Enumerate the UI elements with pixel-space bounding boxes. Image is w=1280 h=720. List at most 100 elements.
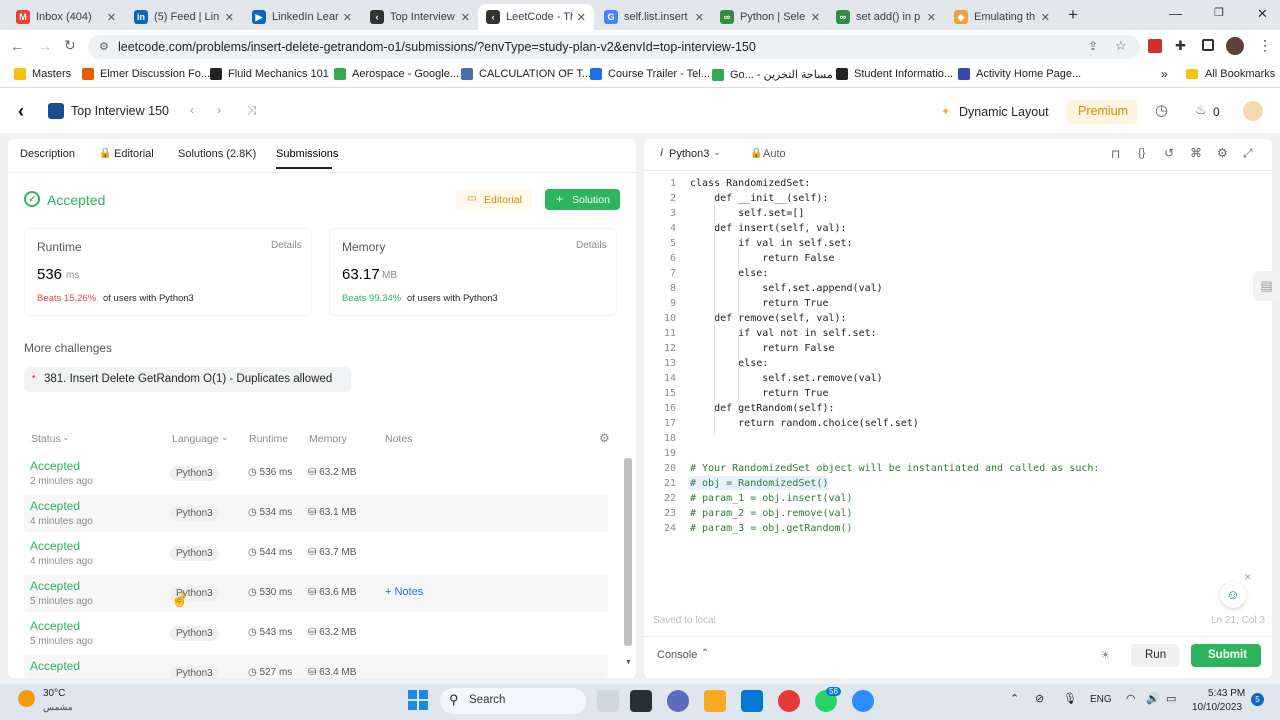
- solution-button-label[interactable]: Solution: [572, 194, 610, 206]
- code-line[interactable]: def getRandom(self):: [690, 401, 834, 416]
- list-scrollbar[interactable]: [624, 458, 632, 646]
- bookmark-item[interactable]: Course Trailer - Tel...: [590, 68, 710, 80]
- network-off-icon[interactable]: ⊘: [1035, 692, 1044, 705]
- sidepanel-icon[interactable]: [1202, 39, 1214, 51]
- teams-icon[interactable]: [667, 690, 689, 712]
- code-line[interactable]: # obj = RandomizedSet(): [690, 476, 828, 491]
- close-help-icon[interactable]: ✕: [1244, 572, 1252, 583]
- code-line[interactable]: # param_2 = obj.remove(val): [690, 506, 853, 521]
- status-filter-icon[interactable]: ⌄: [62, 432, 70, 443]
- taskbar-search-label[interactable]: Search: [469, 694, 505, 706]
- dynamic-layout-button[interactable]: Dynamic Layout: [959, 105, 1049, 119]
- tab-close-icon[interactable]: ✕: [107, 11, 116, 24]
- weather-temp[interactable]: 30°C: [43, 688, 65, 699]
- extension-icon[interactable]: [1148, 39, 1162, 53]
- browser-tab[interactable]: ▶ LinkedIn Lear ✕: [244, 4, 360, 30]
- fullscreen-icon[interactable]: ⤢: [1243, 146, 1253, 161]
- code-line[interactable]: class RandomizedSet:: [690, 176, 810, 191]
- prev-problem-icon[interactable]: ‹: [190, 103, 194, 117]
- tab-close-icon[interactable]: ✕: [225, 11, 234, 24]
- editorial-button-label[interactable]: Editorial: [484, 194, 522, 206]
- minimize-icon[interactable]: —: [1169, 6, 1182, 21]
- input-language[interactable]: ENG: [1090, 694, 1112, 705]
- code-line[interactable]: self.set.remove(val): [690, 371, 882, 386]
- code-line[interactable]: return True: [690, 386, 828, 401]
- browser-tab[interactable]: ∞ set add() in p ✕: [828, 4, 944, 30]
- shortcuts-icon[interactable]: ⌘: [1190, 146, 1202, 160]
- scroll-down-icon[interactable]: ▼: [625, 659, 632, 666]
- back-icon[interactable]: ←: [10, 38, 24, 54]
- language-filter-icon[interactable]: ⌄: [221, 432, 229, 443]
- submit-button-label[interactable]: Submit: [1208, 649, 1247, 661]
- timer-icon[interactable]: ◷: [1155, 101, 1168, 119]
- reload-icon[interactable]: ↻: [64, 37, 76, 54]
- code-line[interactable]: return True: [690, 296, 828, 311]
- language-select[interactable]: Python3: [669, 148, 709, 160]
- code-line[interactable]: else:: [690, 356, 768, 371]
- next-problem-icon[interactable]: ›: [217, 103, 221, 117]
- new-tab-button[interactable]: +: [1068, 5, 1078, 25]
- code-line[interactable]: return random.choice(self.set): [690, 416, 919, 431]
- notes-side-tab-icon[interactable]: ▤: [1253, 271, 1280, 301]
- add-notes-button[interactable]: + Notes: [385, 586, 423, 598]
- user-avatar[interactable]: [1243, 101, 1263, 121]
- microphone-icon[interactable]: 🎙: [1063, 692, 1077, 705]
- browser-tab[interactable]: ◆ Emulating th ✕: [946, 4, 1058, 30]
- bookmark-item[interactable]: Elmer Discussion Fo...: [82, 68, 210, 80]
- col-status[interactable]: Status: [31, 433, 61, 445]
- memory-details-link[interactable]: Details: [576, 240, 607, 251]
- chevron-up-icon[interactable]: ⌃: [701, 648, 709, 659]
- tab-description[interactable]: Description: [20, 148, 75, 160]
- tab-close-icon[interactable]: ✕: [1041, 11, 1050, 24]
- close-window-icon[interactable]: ✕: [1257, 6, 1268, 22]
- code-line[interactable]: if val not in self.set:: [690, 326, 876, 341]
- tab-close-icon[interactable]: ✕: [577, 11, 586, 24]
- code-line[interactable]: return False: [690, 341, 834, 356]
- browser-tab[interactable]: ∞ Python | Sele ✕: [712, 4, 828, 30]
- tab-close-icon[interactable]: ✕: [343, 11, 352, 24]
- leetcode-logo-icon[interactable]: ‹: [18, 101, 24, 122]
- volume-icon[interactable]: 🔊: [1146, 692, 1160, 705]
- code-line[interactable]: # Your RandomizedSet object will be inst…: [690, 461, 1099, 476]
- table-row[interactable]: Accepted 2 minutes ago Python3 ◷ 536 ms ⛁ 63…: [24, 454, 608, 492]
- browser-tab[interactable]: in (5) Feed | Lin ✕: [126, 4, 242, 30]
- table-row[interactable]: Accepted 4 minutes ago Python3 ◷ 544 ms ⛁ 63…: [24, 534, 608, 572]
- bookmark-icon[interactable]: ⊓: [1111, 147, 1120, 161]
- row-status[interactable]: Accepted: [30, 539, 80, 553]
- format-braces-icon[interactable]: {}: [1138, 147, 1145, 159]
- file-explorer-icon[interactable]: [704, 690, 726, 712]
- tab-close-icon[interactable]: ✕: [461, 11, 470, 24]
- tab-submissions[interactable]: Submissions: [276, 148, 338, 160]
- row-status[interactable]: Accepted: [30, 659, 80, 673]
- table-row[interactable]: Accepted 4 minutes ago Python3 ◷ 534 ms ⛁ 63…: [24, 494, 608, 532]
- forward-icon[interactable]: →: [38, 38, 52, 54]
- bookmark-item[interactable]: Go... - مساحة التخزين: [712, 68, 833, 81]
- bookmark-item[interactable]: Aerospace - Google...: [334, 68, 459, 80]
- shuffle-icon[interactable]: ⤨: [247, 103, 257, 118]
- table-row[interactable]: Accepted 5 minutes ago Python3 ◷ 543 ms ⛁ 63…: [24, 614, 608, 652]
- clock-time[interactable]: 5:43 PM: [1208, 688, 1245, 699]
- code-line[interactable]: return False: [690, 251, 834, 266]
- battery-icon[interactable]: ▭: [1166, 692, 1176, 705]
- row-status[interactable]: Accepted: [30, 499, 80, 513]
- bookmark-item[interactable]: Activity Home Page...: [958, 68, 1081, 80]
- tab-solutions[interactable]: Solutions (2.8K): [178, 148, 256, 160]
- zoom-icon[interactable]: [852, 690, 874, 712]
- tray-chevron-icon[interactable]: ⌃: [1010, 692, 1019, 705]
- row-status[interactable]: Accepted: [30, 579, 80, 593]
- table-row[interactable]: Accepted Python3 ◷ 527 ms ⛁ 63.4 MB: [24, 654, 608, 678]
- all-bookmarks[interactable]: All Bookmarks: [1205, 68, 1275, 80]
- code-line[interactable]: # param_1 = obj.insert(val): [690, 491, 853, 506]
- tab-close-icon[interactable]: ✕: [927, 11, 936, 24]
- premium-button[interactable]: Premium: [1078, 104, 1128, 118]
- row-status[interactable]: Accepted: [30, 459, 80, 473]
- editor-settings-icon[interactable]: ⚙: [1217, 146, 1228, 160]
- code-line[interactable]: self.set=[]: [690, 206, 804, 221]
- extensions-puzzle-icon[interactable]: ✚: [1175, 38, 1186, 54]
- code-line[interactable]: def __init__(self):: [690, 191, 828, 206]
- bookmarks-overflow[interactable]: »: [1161, 67, 1168, 81]
- taskbar-search[interactable]: [440, 688, 586, 714]
- browser-tab[interactable]: Gself.list.insert ✕: [596, 4, 712, 30]
- help-chat-icon[interactable]: ☺: [1220, 582, 1246, 608]
- bookmark-item[interactable]: CALCULATION OF T...: [461, 68, 591, 80]
